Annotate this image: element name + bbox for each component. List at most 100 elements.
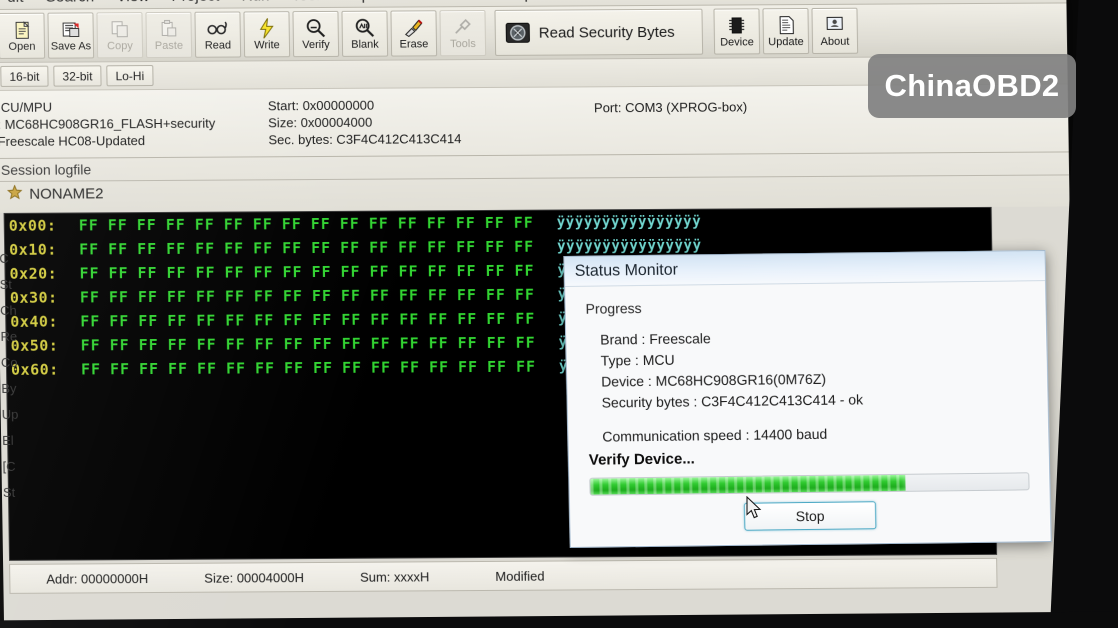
erase-button[interactable]: Erase	[390, 10, 438, 57]
hex-byte[interactable]: FF	[313, 359, 342, 377]
hex-byte[interactable]: FF	[313, 335, 342, 353]
hex-byte[interactable]: FF	[166, 216, 195, 234]
hex-byte[interactable]: FF	[311, 215, 340, 233]
hex-byte[interactable]: FF	[399, 310, 428, 328]
hex-byte[interactable]: FF	[312, 311, 341, 329]
menu-item-run[interactable]: Run	[230, 0, 280, 8]
hex-byte[interactable]: FF	[312, 287, 341, 305]
hex-byte[interactable]: FF	[485, 262, 514, 280]
hex-byte[interactable]: FF	[487, 358, 516, 376]
hex-byte[interactable]: FF	[514, 238, 543, 256]
hex-byte[interactable]: FF	[224, 263, 253, 281]
hex-byte[interactable]: FF	[197, 360, 226, 378]
hex-byte[interactable]: FF	[137, 240, 166, 258]
hex-byte[interactable]: FF	[80, 312, 109, 330]
hex-byte[interactable]: FF	[340, 239, 369, 257]
hex-byte[interactable]: FF	[166, 264, 195, 282]
read-security-bytes-button[interactable]: Read Security Bytes	[494, 8, 704, 56]
menu-item-window[interactable]: Window	[414, 0, 491, 6]
hex-byte[interactable]: FF	[137, 216, 166, 234]
hex-byte[interactable]: FF	[225, 311, 254, 329]
hex-byte[interactable]: FF	[254, 287, 283, 305]
hex-byte[interactable]: FF	[428, 286, 457, 304]
hex-byte[interactable]: FF	[400, 358, 429, 376]
hex-byte[interactable]: FF	[196, 288, 225, 306]
menu-item-search[interactable]: Search	[35, 0, 106, 9]
hex-byte[interactable]: FF	[139, 360, 168, 378]
hex-byte[interactable]: FF	[369, 239, 398, 257]
hex-byte[interactable]: FF	[456, 238, 485, 256]
hex-byte[interactable]: FF	[108, 216, 137, 234]
hex-byte[interactable]: FF	[108, 240, 137, 258]
device-button[interactable]: Device	[713, 8, 761, 55]
hex-byte[interactable]: FF	[282, 215, 311, 233]
hex-byte[interactable]: FF	[458, 334, 487, 352]
hex-byte[interactable]: FF	[168, 360, 197, 378]
hex-byte[interactable]: FF	[81, 336, 110, 354]
stop-button[interactable]: Stop	[743, 501, 877, 531]
logfile-node[interactable]: NONAME2	[6, 184, 104, 204]
hex-byte[interactable]: FF	[224, 239, 253, 257]
hex-byte[interactable]: FF	[139, 336, 168, 354]
menu-item-tools[interactable]: Tools	[281, 0, 339, 7]
hex-byte[interactable]: FF	[458, 358, 487, 376]
hex-byte[interactable]: FF	[80, 288, 109, 306]
hex-byte[interactable]: FF	[341, 311, 370, 329]
hex-byte[interactable]: FF	[196, 312, 225, 330]
hex-byte[interactable]: FF	[456, 262, 485, 280]
hex-byte[interactable]: FF	[283, 287, 312, 305]
hex-byte[interactable]: FF	[427, 238, 456, 256]
hex-byte[interactable]: FF	[138, 288, 167, 306]
hex-byte[interactable]: FF	[79, 240, 108, 258]
hex-byte[interactable]: FF	[371, 335, 400, 353]
hex-byte[interactable]: FF	[253, 263, 282, 281]
hex-byte[interactable]: FF	[253, 215, 282, 233]
hex-byte[interactable]: FF	[224, 215, 253, 233]
hex-byte[interactable]: FF	[197, 336, 226, 354]
hex-byte[interactable]: FF	[340, 263, 369, 281]
hex-byte[interactable]: FF	[514, 262, 543, 280]
save-as-button[interactable]: Save As	[47, 12, 95, 59]
hex-byte-group[interactable]: FF FF FF FF FF FF FF FF FF FF FF FF FF FF FF FF	[79, 214, 543, 235]
hex-byte[interactable]: FF	[109, 288, 138, 306]
hex-byte[interactable]: FF	[341, 287, 370, 305]
hex-byte[interactable]: FF	[369, 215, 398, 233]
hex-byte[interactable]: FF	[284, 359, 313, 377]
write-button[interactable]: Write	[243, 11, 291, 58]
hex-byte[interactable]: FF	[110, 336, 139, 354]
hex-byte[interactable]: FF	[108, 264, 137, 282]
hex-byte[interactable]: FF	[255, 335, 284, 353]
hex-byte[interactable]: FF	[429, 334, 458, 352]
hex-byte[interactable]: FF	[428, 310, 457, 328]
menu-item-project[interactable]: Project	[160, 0, 230, 8]
hex-byte[interactable]: FF	[370, 287, 399, 305]
hex-byte[interactable]: FF	[486, 286, 515, 304]
hex-byte[interactable]: FF	[429, 358, 458, 376]
hex-byte[interactable]: FF	[485, 238, 514, 256]
menu-item-options[interactable]: Options	[339, 0, 414, 7]
hex-byte[interactable]: FF	[516, 334, 545, 352]
menu-item-edit[interactable]: dit	[0, 0, 35, 9]
about-button[interactable]: About	[811, 7, 859, 55]
hex-byte-group[interactable]: FF FF FF FF FF FF FF FF FF FF FF FF FF FF FF FF	[81, 358, 545, 379]
hex-byte[interactable]: FF	[398, 262, 427, 280]
hex-byte[interactable]: FF	[137, 264, 166, 282]
hex-byte[interactable]: FF	[456, 214, 485, 232]
hex-byte[interactable]: FF	[516, 358, 545, 376]
hex-byte-group[interactable]: FF FF FF FF FF FF FF FF FF FF FF FF FF FF FF FF	[80, 286, 544, 307]
hex-byte[interactable]: FF	[427, 262, 456, 280]
hex-byte-group[interactable]: FF FF FF FF FF FF FF FF FF FF FF FF FF FF FF FF	[79, 262, 543, 283]
paste-button[interactable]: Paste	[145, 11, 193, 59]
hex-byte[interactable]: FF	[457, 310, 486, 328]
hex-byte[interactable]: FF	[514, 214, 543, 232]
hex-byte[interactable]: FF	[255, 359, 284, 377]
hex-byte[interactable]: FF	[342, 359, 371, 377]
hex-byte[interactable]: FF	[371, 359, 400, 377]
hex-byte[interactable]: FF	[399, 286, 428, 304]
hex-byte[interactable]: FF	[195, 240, 224, 258]
hex-byte[interactable]: FF	[457, 286, 486, 304]
32bit-button[interactable]: 32-bit	[53, 65, 102, 87]
hex-byte[interactable]: FF	[79, 264, 108, 282]
hex-byte[interactable]: FF	[195, 264, 224, 282]
hex-byte[interactable]: FF	[79, 216, 108, 234]
